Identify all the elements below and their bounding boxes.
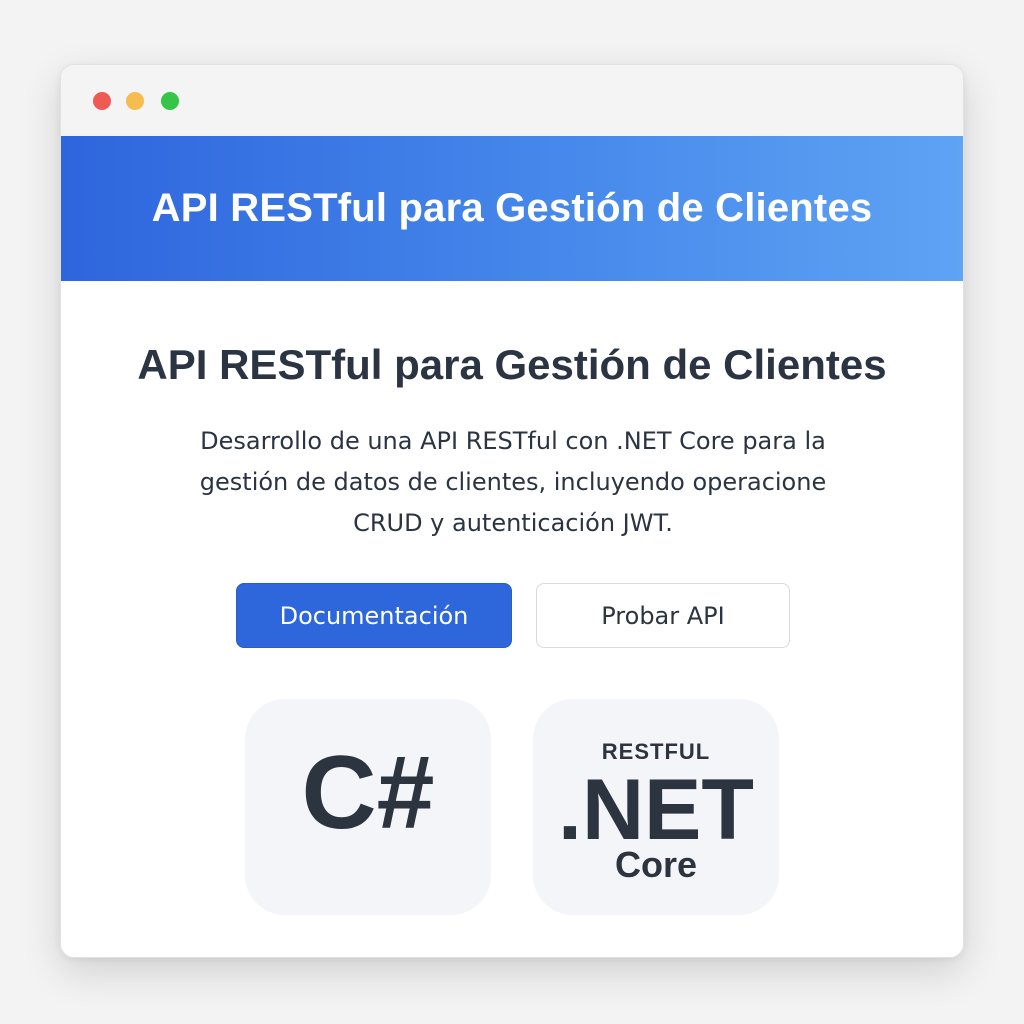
window-close-button[interactable]: [93, 92, 111, 110]
window-maximize-button[interactable]: [161, 92, 179, 110]
core-label: Core: [614, 844, 698, 885]
banner-title: API RESTful para Gestión de Clientes: [151, 186, 873, 230]
csharp-label: C#: [301, 735, 435, 851]
window-minimize-button[interactable]: [126, 92, 144, 110]
csharp-logo-icon: C#: [245, 699, 491, 915]
try-api-button[interactable]: Probar API: [536, 583, 790, 648]
dotnet-core-logo-icon: RESTFUL .NET Core: [533, 699, 779, 915]
description-line: Desarrollo de una API RESTful con .NET C…: [200, 427, 826, 455]
description-line: gestión de datos de clientes, incluyendo…: [199, 468, 827, 496]
project-description: Desarrollo de una API RESTful con .NET C…: [161, 421, 865, 544]
browser-window: API RESTful para Gestión de Clientes API…: [60, 64, 964, 958]
header-banner: API RESTful para Gestión de Clientes: [61, 136, 963, 281]
documentation-button[interactable]: Documentación: [236, 583, 512, 648]
description-line: CRUD y autenticación JWT.: [353, 509, 673, 537]
page-title: API RESTful para Gestión de Clientes: [137, 341, 887, 388]
window-titlebar: [61, 65, 963, 136]
dotnet-label: .NET: [558, 762, 754, 858]
